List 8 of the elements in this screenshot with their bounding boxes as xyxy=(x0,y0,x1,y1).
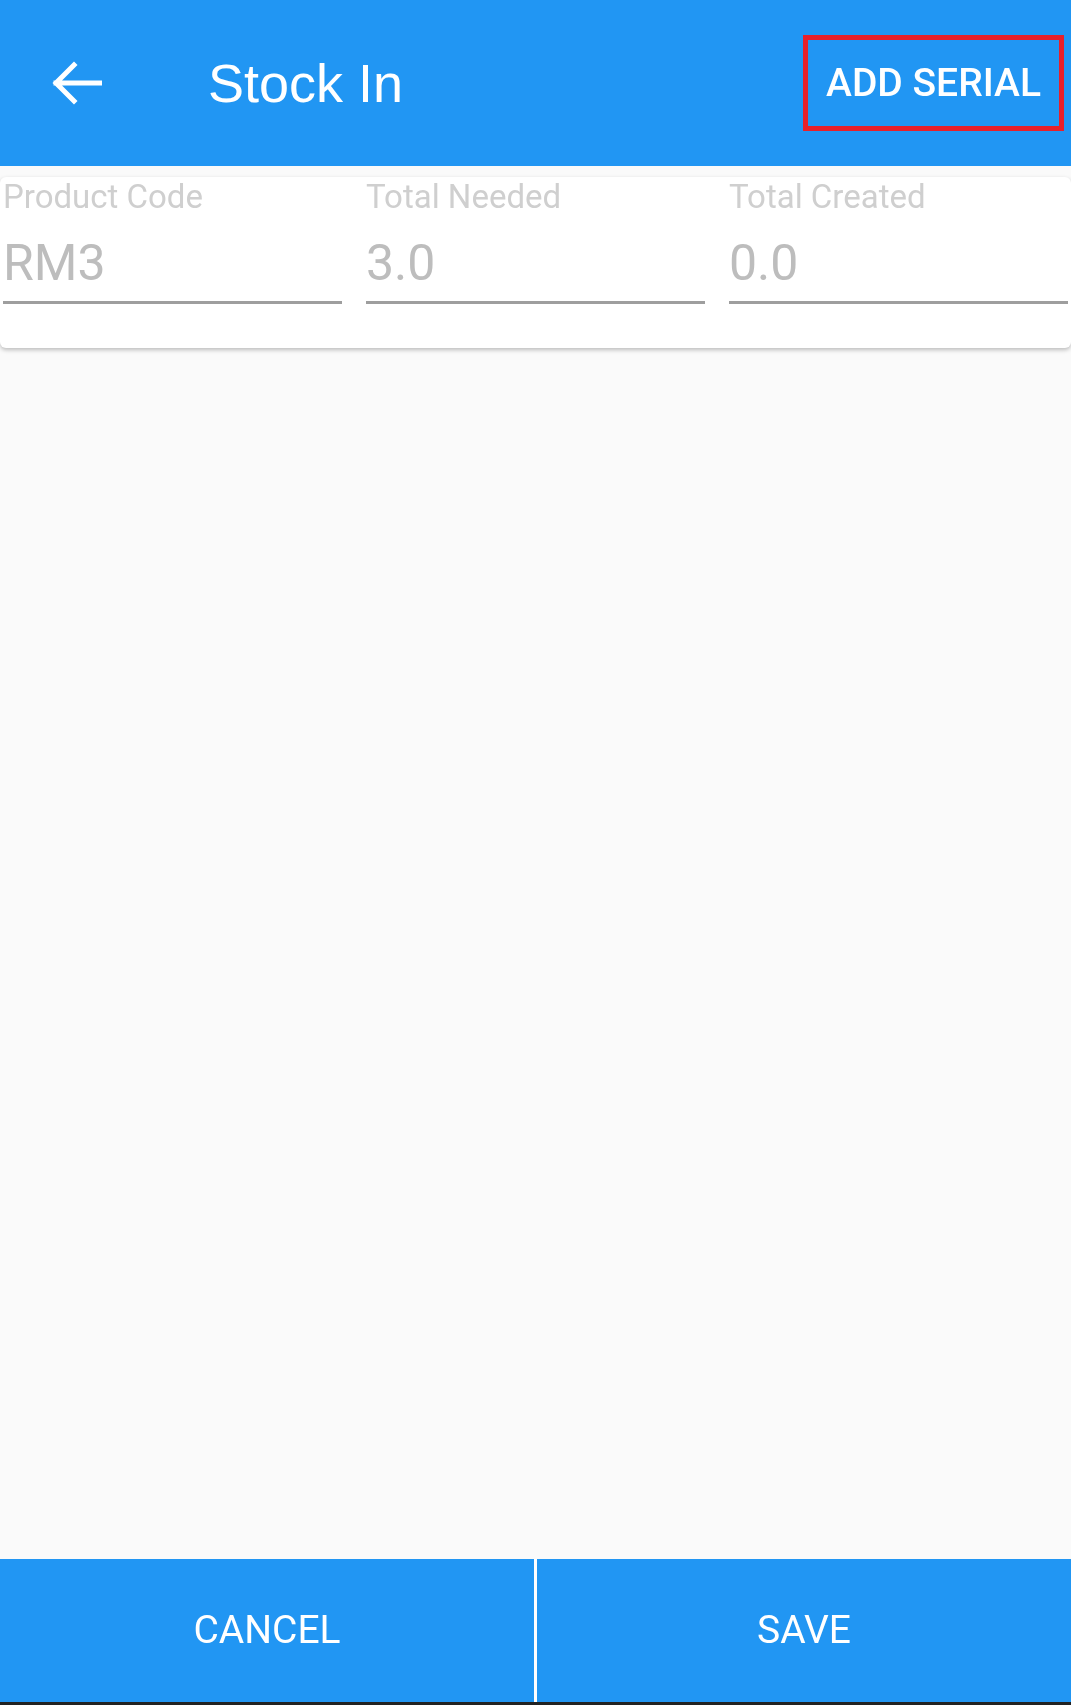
input-field[interactable]: 3.0 xyxy=(366,229,705,304)
back-arrow-icon xyxy=(50,61,102,105)
save-button[interactable]: SAVE xyxy=(534,1559,1071,1702)
add-serial-button[interactable]: ADD SERIAL xyxy=(803,35,1064,131)
screen-title: Stock In xyxy=(208,51,404,115)
input-field[interactable]: RM3 xyxy=(3,229,342,304)
cancel-button[interactable]: CANCEL xyxy=(0,1559,534,1702)
input-field[interactable]: 0.0 xyxy=(729,229,1068,304)
